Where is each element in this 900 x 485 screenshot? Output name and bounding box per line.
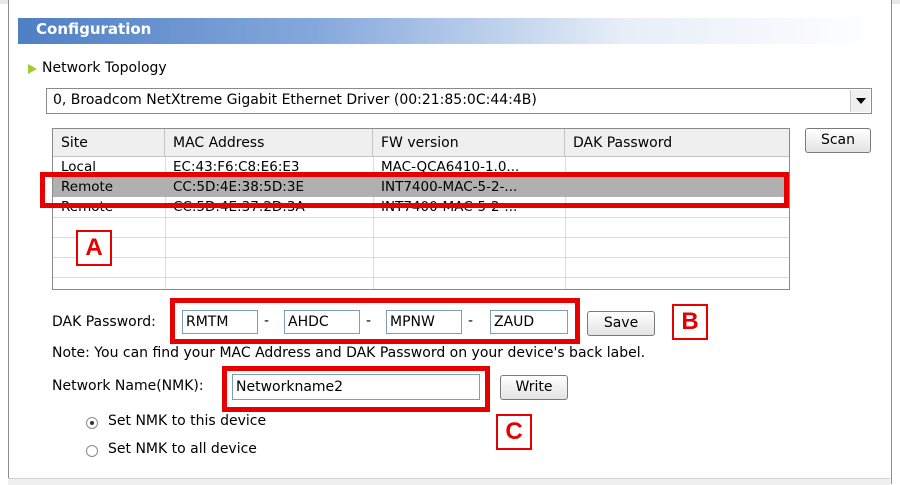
nmk-label: Network Name(NMK): [52,378,204,394]
row-divider [53,277,789,278]
adapter-select[interactable]: 0, Broadcom NetXtreme Gigabit Ethernet D… [46,88,872,114]
column-header-fw[interactable]: FW version [373,129,565,157]
highlight-box-a [40,172,789,208]
row-divider [53,217,789,218]
save-button[interactable]: Save [587,311,655,336]
radio-selected-dot [90,421,94,425]
callout-b: B [672,304,708,340]
adapter-select-value: 0, Broadcom NetXtreme Gigabit Ethernet D… [53,92,537,108]
callout-c: C [496,414,532,450]
section-label: Network Topology [42,60,167,76]
highlight-box-b [170,298,580,344]
dropdown-button[interactable] [850,90,870,112]
column-header-mac[interactable]: MAC Address [165,129,373,157]
row-divider [53,257,789,258]
scan-button[interactable]: Scan [805,128,871,153]
chevron-down-icon [856,98,866,104]
dak-password-label: DAK Password: [52,314,156,330]
radio-this-device-label[interactable]: Set NMK to this device [108,413,266,429]
write-button[interactable]: Write [500,375,568,400]
radio-this-device[interactable] [86,417,98,429]
note-text: Note: You can find your MAC Address and … [52,345,646,361]
callout-a: A [76,230,112,266]
radio-all-device-label[interactable]: Set NMK to all device [108,441,257,457]
column-header-dak[interactable]: DAK Password [565,129,789,157]
highlight-box-c [222,366,490,412]
panel-title: Configuration [36,20,152,38]
column-header-site[interactable]: Site [53,129,165,157]
arrow-right-icon [28,64,37,74]
radio-all-device[interactable] [86,445,98,457]
device-table: Site MAC Address FW version DAK Password… [52,128,790,290]
row-divider [53,237,789,238]
